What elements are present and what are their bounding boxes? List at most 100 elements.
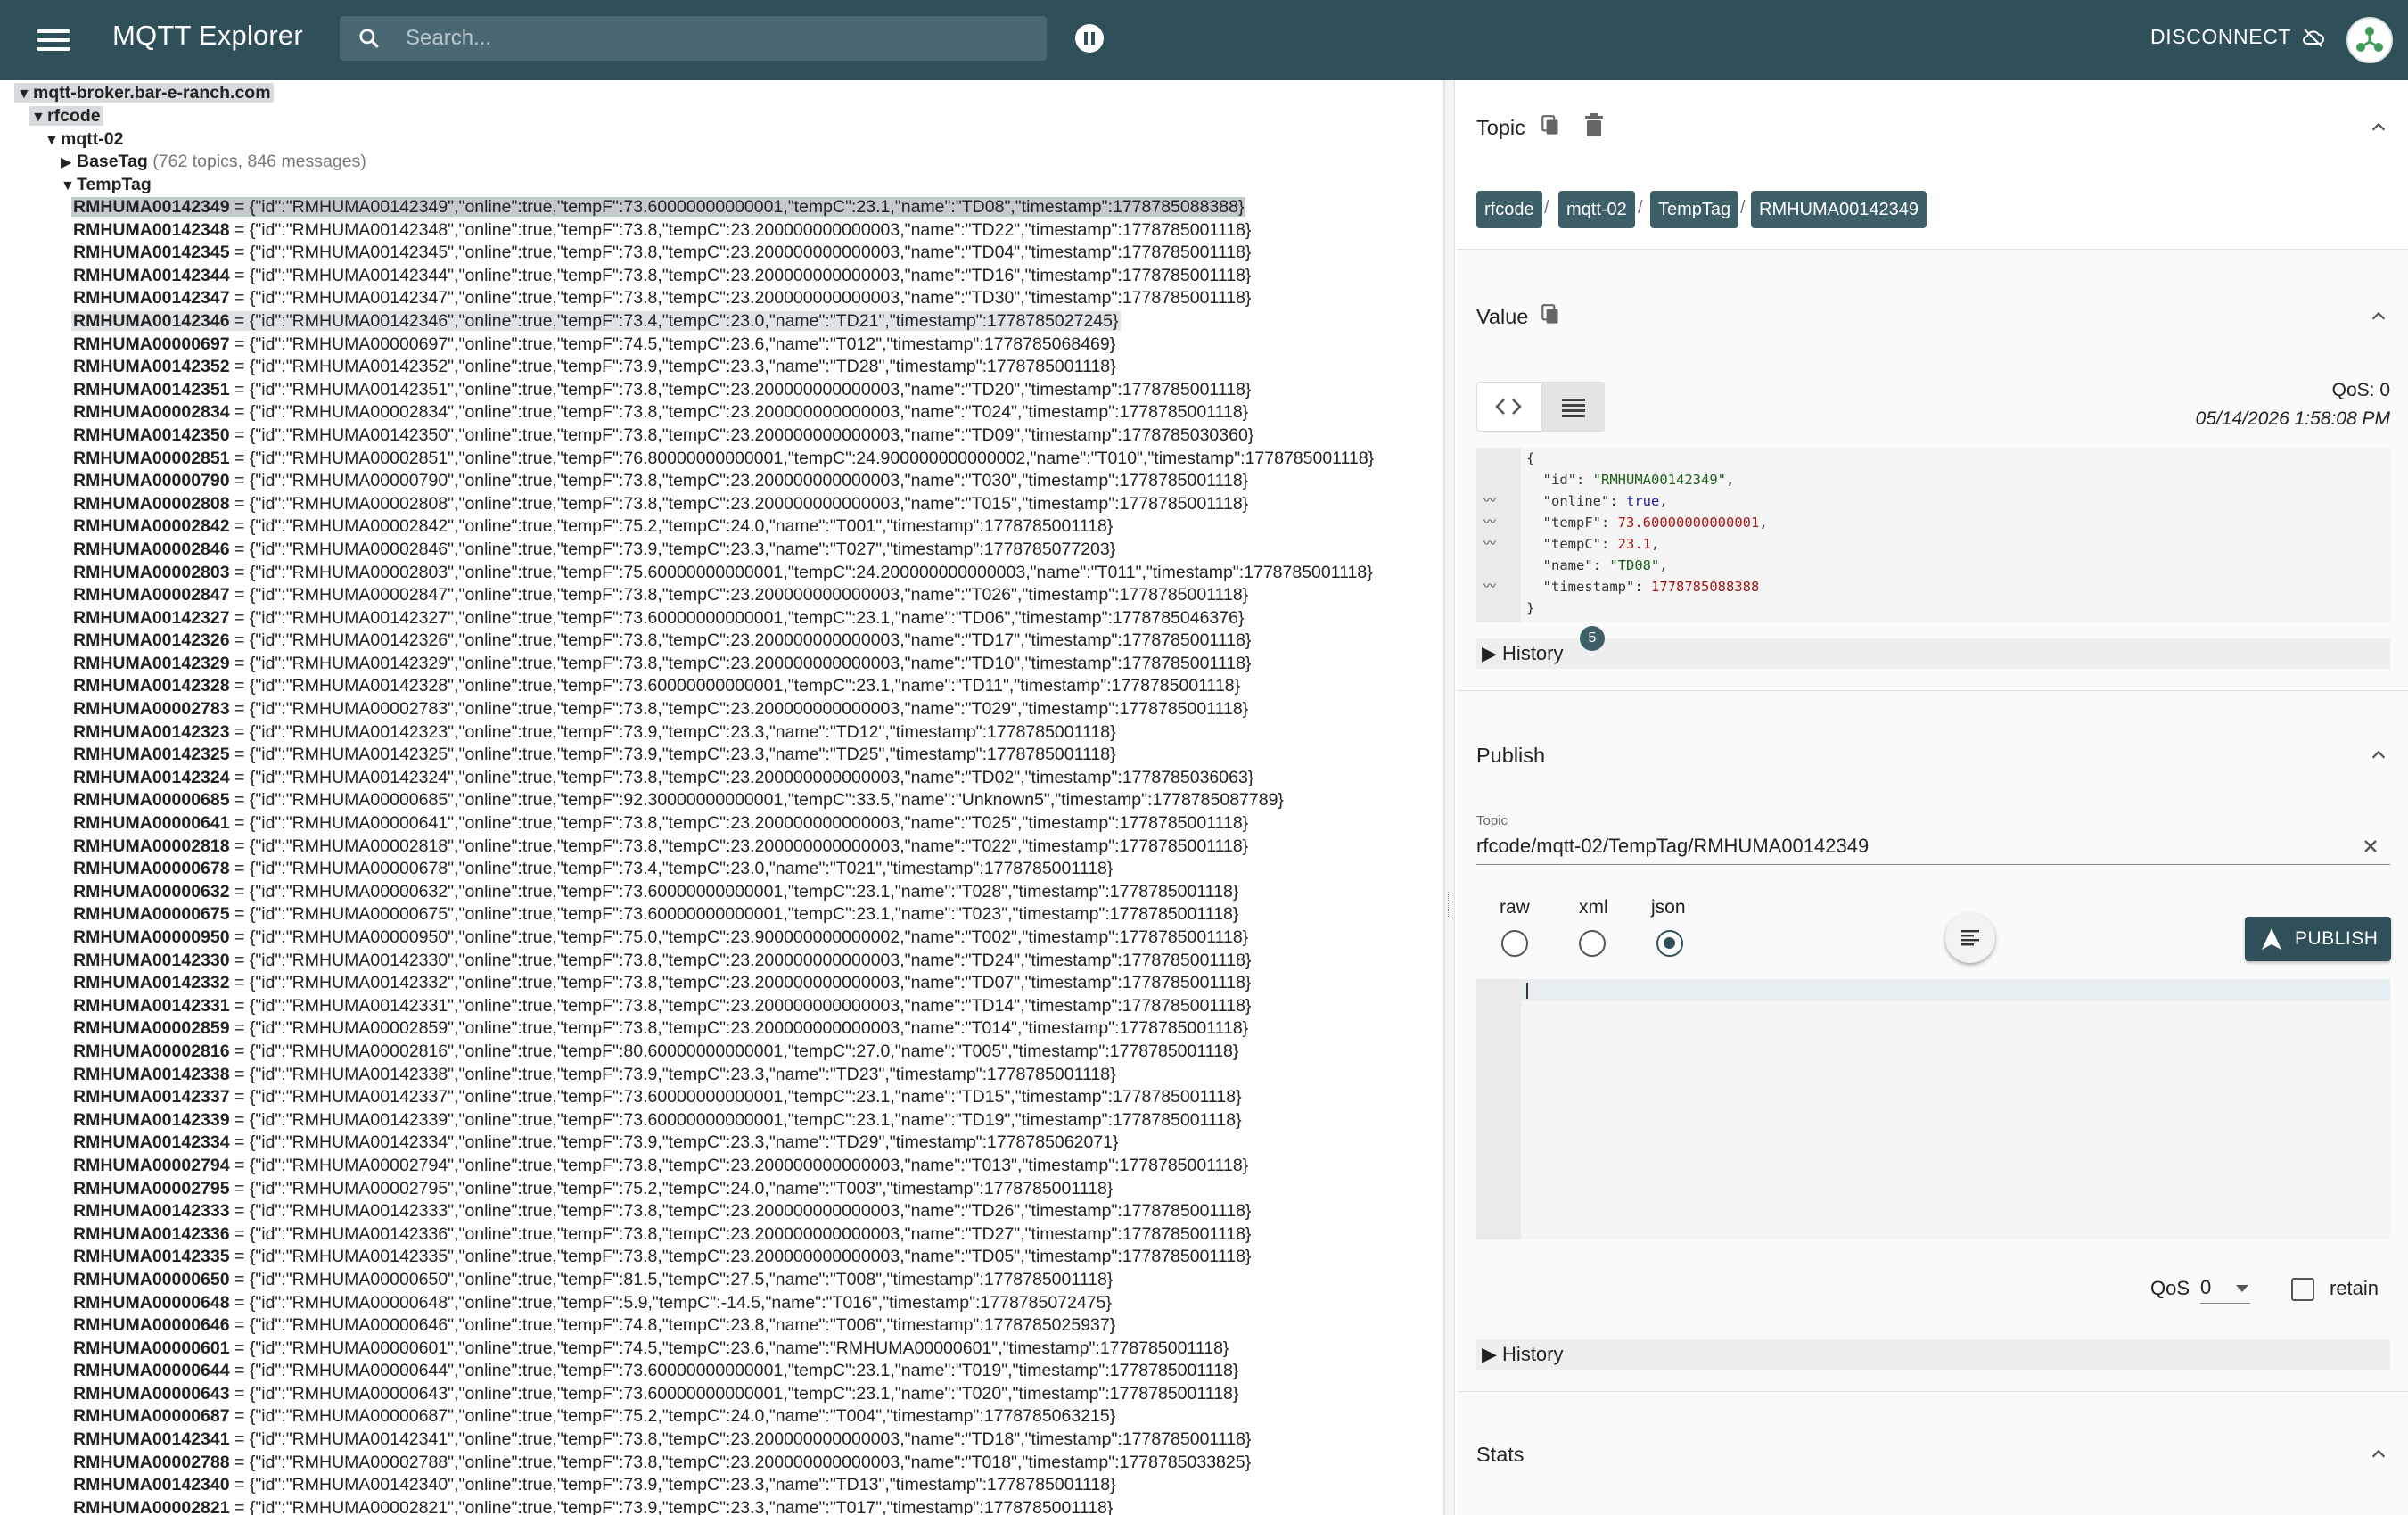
tree-row[interactable]: RMHUMA00000675 = {"id":"RMHUMA00000675",… — [71, 903, 1376, 926]
tree-row[interactable]: RMHUMA00000601 = {"id":"RMHUMA00000601",… — [71, 1338, 1376, 1361]
tree-row[interactable]: RMHUMA00002859 = {"id":"RMHUMA00002859",… — [71, 1017, 1376, 1041]
breadcrumb-temptag[interactable]: TempTag — [1650, 191, 1739, 228]
tree-row[interactable]: RMHUMA00002818 = {"id":"RMHUMA00002818",… — [71, 836, 1376, 859]
tree-row[interactable]: RMHUMA00000648 = {"id":"RMHUMA00000648",… — [71, 1292, 1376, 1315]
tree-row[interactable]: RMHUMA00002821 = {"id":"RMHUMA00002821",… — [71, 1497, 1376, 1515]
tree-row[interactable]: RMHUMA00000650 = {"id":"RMHUMA00000650",… — [71, 1269, 1376, 1292]
menu-icon[interactable] — [32, 24, 75, 56]
tree-row[interactable]: RMHUMA00002808 = {"id":"RMHUMA00002808",… — [71, 493, 1376, 516]
tree-row[interactable]: RMHUMA00000646 = {"id":"RMHUMA00000646",… — [71, 1314, 1376, 1338]
tree-row[interactable]: RMHUMA00002847 = {"id":"RMHUMA00002847",… — [71, 584, 1376, 607]
tree-row[interactable]: RMHUMA00000687 = {"id":"RMHUMA00000687",… — [71, 1405, 1376, 1429]
publish-button[interactable]: PUBLISH — [2245, 917, 2391, 961]
publish-history-toggle[interactable]: ▶ History — [1476, 1339, 2390, 1370]
tree-row[interactable]: RMHUMA00002795 = {"id":"RMHUMA00002795",… — [71, 1178, 1376, 1201]
chevron-up-icon[interactable] — [2369, 307, 2388, 326]
tree-row[interactable]: RMHUMA00142334 = {"id":"RMHUMA00142334",… — [71, 1132, 1376, 1155]
copy-icon[interactable] — [1540, 114, 1563, 139]
tree-row[interactable]: RMHUMA00000790 = {"id":"RMHUMA00000790",… — [71, 470, 1376, 493]
tree-row[interactable]: RMHUMA00142325 = {"id":"RMHUMA00142325",… — [71, 744, 1376, 767]
tree-row[interactable]: RMHUMA00142348 = {"id":"RMHUMA00142348",… — [71, 219, 1376, 243]
tree-row[interactable]: RMHUMA00002794 = {"id":"RMHUMA00002794",… — [71, 1155, 1376, 1178]
trend-icon[interactable]: 〰 — [1483, 512, 1496, 533]
tree-row[interactable]: RMHUMA00000643 = {"id":"RMHUMA00000643",… — [71, 1383, 1376, 1406]
tree-row[interactable]: RMHUMA00142332 = {"id":"RMHUMA00142332",… — [71, 972, 1376, 995]
tree-row[interactable]: RMHUMA00000685 = {"id":"RMHUMA00000685",… — [71, 789, 1376, 812]
chevron-up-icon[interactable] — [2369, 1445, 2388, 1464]
tree-row[interactable]: RMHUMA00002834 = {"id":"RMHUMA00002834",… — [71, 401, 1376, 424]
tree-row[interactable]: RMHUMA00142346 = {"id":"RMHUMA00142346",… — [71, 310, 1376, 333]
trend-icon[interactable]: 〰 — [1483, 533, 1496, 555]
tree-row[interactable]: RMHUMA00000641 = {"id":"RMHUMA00000641",… — [71, 812, 1376, 836]
code-view-button[interactable] — [1477, 383, 1541, 431]
tree-row[interactable]: RMHUMA00142335 = {"id":"RMHUMA00142335",… — [71, 1246, 1376, 1269]
tree-row[interactable]: RMHUMA00000950 = {"id":"RMHUMA00000950",… — [71, 926, 1376, 950]
tree-row[interactable]: RMHUMA00142340 = {"id":"RMHUMA00142340",… — [71, 1474, 1376, 1497]
tree-row[interactable]: RMHUMA00142352 = {"id":"RMHUMA00142352",… — [71, 356, 1376, 379]
tree-node-rfcode[interactable]: ▼ rfcode — [29, 105, 103, 129]
disconnect-button[interactable]: DISCONNECT — [2150, 25, 2325, 49]
breadcrumb-topic[interactable]: RMHUMA00142349 — [1751, 191, 1927, 228]
tree-row[interactable]: RMHUMA00002788 = {"id":"RMHUMA00002788",… — [71, 1452, 1376, 1475]
breadcrumb-rfcode[interactable]: rfcode — [1476, 191, 1542, 228]
tree-node-mqtt-02[interactable]: ▼ mqtt-02 — [45, 128, 123, 152]
tree-row[interactable]: RMHUMA00000697 = {"id":"RMHUMA00000697",… — [71, 333, 1376, 357]
tree-row[interactable]: RMHUMA00000678 = {"id":"RMHUMA00000678",… — [71, 858, 1376, 881]
tree-row[interactable]: RMHUMA00142327 = {"id":"RMHUMA00142327",… — [71, 607, 1376, 630]
tree-row[interactable]: RMHUMA00002842 = {"id":"RMHUMA00002842",… — [71, 515, 1376, 539]
tree-node-broker[interactable]: ▼ mqtt-broker.bar-e-ranch.com — [14, 82, 274, 106]
tree-row[interactable]: RMHUMA00000644 = {"id":"RMHUMA00000644",… — [71, 1360, 1376, 1383]
tree-row[interactable]: RMHUMA00142336 = {"id":"RMHUMA00142336",… — [71, 1223, 1376, 1247]
tree-row[interactable]: RMHUMA00142351 = {"id":"RMHUMA00142351",… — [71, 379, 1376, 402]
tree-row-value: {"id":"RMHUMA00002816","online":true,"te… — [249, 1041, 1239, 1061]
tree-row[interactable]: RMHUMA00142330 = {"id":"RMHUMA00142330",… — [71, 950, 1376, 973]
publish-payload-editor[interactable] — [1476, 979, 2390, 1239]
tree-node-temptag[interactable]: ▼ TempTag — [61, 174, 152, 198]
tree-row[interactable]: RMHUMA00002851 = {"id":"RMHUMA00002851",… — [71, 448, 1376, 471]
format-radio-json[interactable] — [1656, 930, 1683, 957]
tree-row[interactable]: RMHUMA00142338 = {"id":"RMHUMA00142338",… — [71, 1064, 1376, 1087]
tree-row[interactable]: RMHUMA00142337 = {"id":"RMHUMA00142337",… — [71, 1086, 1376, 1109]
tree-row[interactable]: RMHUMA00142339 = {"id":"RMHUMA00142339",… — [71, 1109, 1376, 1132]
qos-select[interactable]: 0 — [2200, 1272, 2250, 1304]
publish-topic-input[interactable] — [1476, 827, 2390, 865]
tree-row[interactable]: RMHUMA00142333 = {"id":"RMHUMA00142333",… — [71, 1200, 1376, 1223]
delete-icon[interactable] — [1583, 113, 1605, 138]
trend-icon[interactable]: 〰 — [1483, 576, 1496, 597]
tree-node-basetag[interactable]: ▶ BaseTag (762 topics, 846 messages) — [61, 151, 366, 175]
raw-view-button[interactable] — [1541, 383, 1605, 431]
format-radio-raw[interactable] — [1501, 930, 1528, 957]
breadcrumb-mqtt-02[interactable]: mqtt-02 — [1558, 191, 1635, 228]
retain-checkbox[interactable] — [2291, 1278, 2314, 1301]
chevron-up-icon[interactable] — [2369, 118, 2388, 137]
tree-row[interactable]: RMHUMA00142341 = {"id":"RMHUMA00142341",… — [71, 1429, 1376, 1452]
tree-row[interactable]: RMHUMA00142344 = {"id":"RMHUMA00142344",… — [71, 265, 1376, 288]
panel-resizer[interactable] — [1444, 80, 1455, 1515]
tree-row[interactable]: RMHUMA00142345 = {"id":"RMHUMA00142345",… — [71, 242, 1376, 265]
tree-row[interactable]: RMHUMA00142349 = {"id":"RMHUMA00142349",… — [71, 196, 1376, 219]
search-box[interactable] — [340, 16, 1047, 61]
format-radio-xml[interactable] — [1579, 930, 1606, 957]
tree-row[interactable]: RMHUMA00142350 = {"id":"RMHUMA00142350",… — [71, 424, 1376, 448]
tree-row[interactable]: RMHUMA00002846 = {"id":"RMHUMA00002846",… — [71, 539, 1376, 562]
tree-row[interactable]: RMHUMA00000632 = {"id":"RMHUMA00000632",… — [71, 881, 1376, 904]
trend-icon[interactable]: 〰 — [1483, 490, 1496, 512]
tree-row[interactable]: RMHUMA00142329 = {"id":"RMHUMA00142329",… — [71, 653, 1376, 676]
tree-row[interactable]: RMHUMA00002783 = {"id":"RMHUMA00002783",… — [71, 698, 1376, 721]
tree-row[interactable]: RMHUMA00142324 = {"id":"RMHUMA00142324",… — [71, 767, 1376, 790]
tree-row[interactable]: RMHUMA00002803 = {"id":"RMHUMA00002803",… — [71, 562, 1376, 585]
copy-icon[interactable] — [1540, 303, 1563, 328]
avatar[interactable] — [2346, 17, 2393, 63]
tree-row[interactable]: RMHUMA00142326 = {"id":"RMHUMA00142326",… — [71, 630, 1376, 653]
pause-icon[interactable] — [1075, 24, 1104, 53]
format-document-button[interactable] — [1945, 913, 1995, 963]
clear-icon[interactable] — [2361, 836, 2380, 856]
tree-row[interactable]: RMHUMA00142328 = {"id":"RMHUMA00142328",… — [71, 675, 1376, 698]
chevron-up-icon[interactable] — [2369, 745, 2388, 765]
tree-row[interactable]: RMHUMA00002816 = {"id":"RMHUMA00002816",… — [71, 1041, 1376, 1064]
tree-row[interactable]: RMHUMA00142331 = {"id":"RMHUMA00142331",… — [71, 995, 1376, 1018]
search-input[interactable] — [404, 16, 1028, 61]
tree-row[interactable]: RMHUMA00142347 = {"id":"RMHUMA00142347",… — [71, 287, 1376, 310]
value-history-toggle[interactable]: ▶ History — [1476, 638, 2390, 669]
tree-row[interactable]: RMHUMA00142323 = {"id":"RMHUMA00142323",… — [71, 721, 1376, 745]
